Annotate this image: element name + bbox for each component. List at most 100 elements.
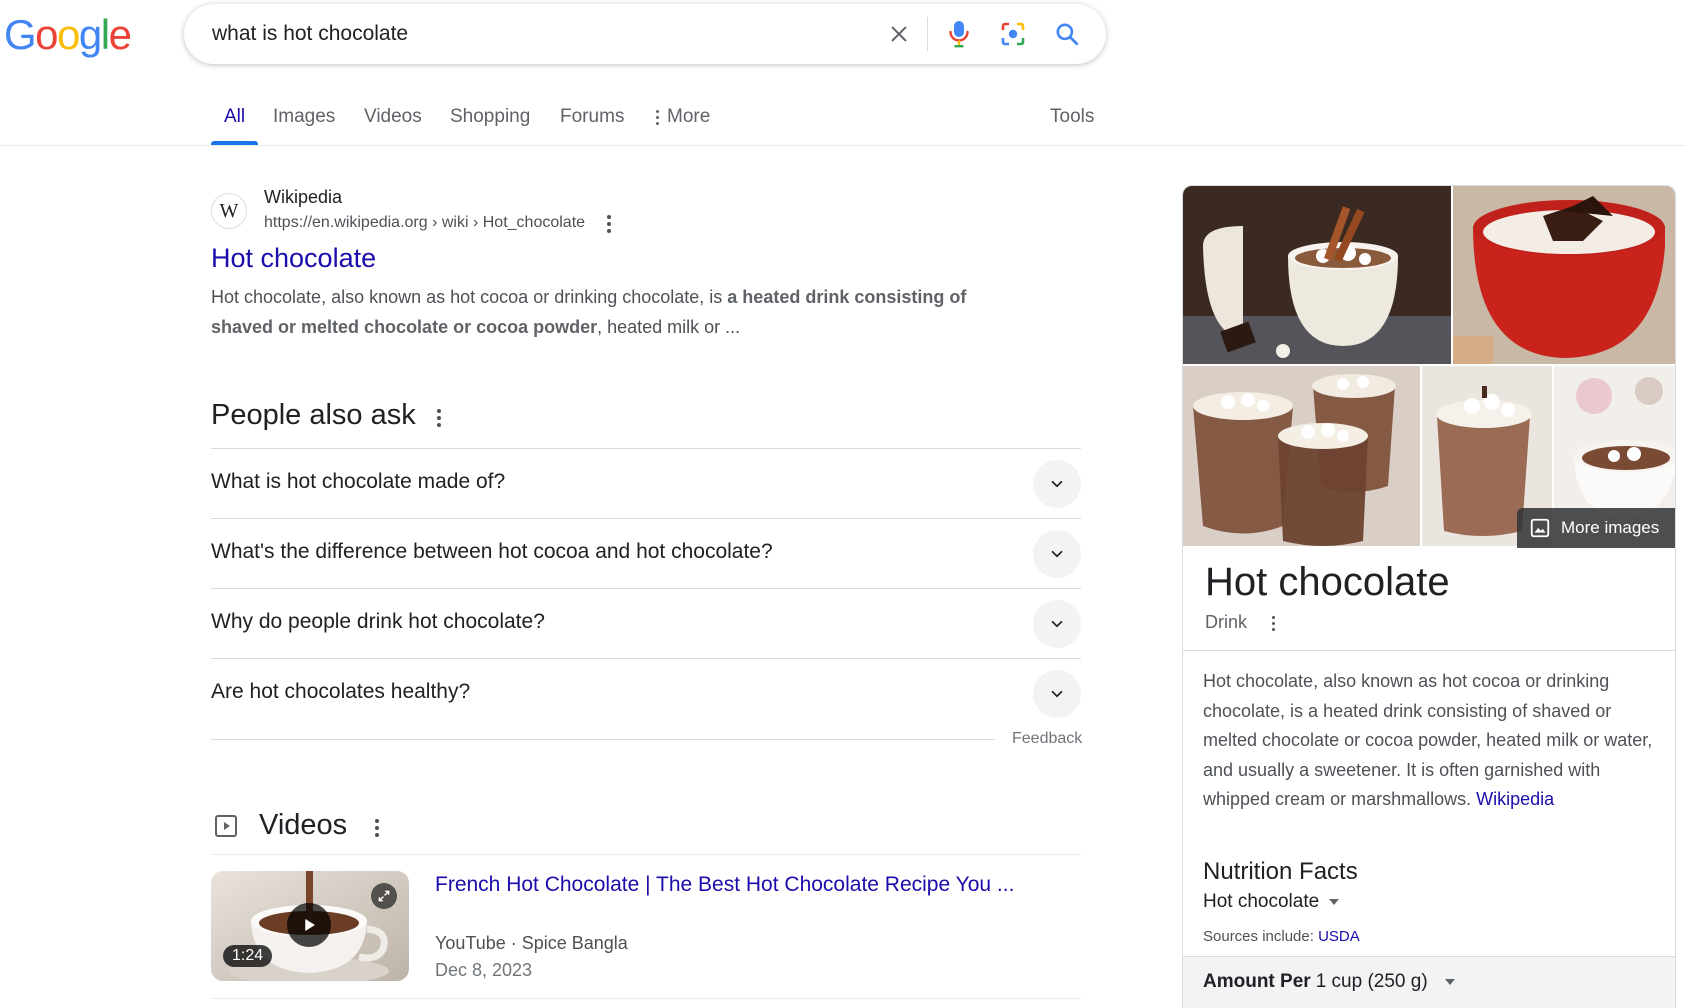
result-title-link[interactable]: Hot chocolate: [211, 243, 376, 274]
more-images-button[interactable]: More images: [1517, 508, 1675, 548]
nutrition-facts-heading: Nutrition Facts: [1203, 858, 1358, 885]
tab-shopping[interactable]: Shopping: [450, 106, 530, 128]
logo-letter: l: [100, 11, 110, 58]
paa-question[interactable]: Are hot chocolates healthy?: [211, 658, 1081, 728]
paa-question[interactable]: What's the difference between hot cocoa …: [211, 518, 1081, 588]
google-logo[interactable]: Google: [4, 11, 132, 58]
video-source: YouTube · Spice Bangla: [435, 933, 628, 953]
people-also-ask-list: What is hot chocolate made of? What's th…: [211, 448, 1081, 728]
logo-letter: G: [4, 11, 37, 58]
paa-question[interactable]: What is hot chocolate made of?: [211, 448, 1081, 518]
video-divider: [211, 998, 1081, 999]
tab-all[interactable]: All: [224, 106, 245, 128]
expand-icon: [378, 890, 390, 902]
paa-question-text: Are hot chocolates healthy?: [211, 680, 471, 703]
result-snippet: Hot chocolate, also known as hot cocoa o…: [211, 282, 1011, 342]
paa-question-text: What is hot chocolate made of?: [211, 470, 506, 493]
kp-description: Hot chocolate, also known as hot cocoa o…: [1203, 667, 1663, 815]
serving-size-dropdown[interactable]: Amount Per 1 cup (250 g): [1203, 971, 1455, 993]
search-divider: [927, 17, 928, 51]
paa-question[interactable]: Why do people drink hot chocolate?: [211, 588, 1081, 658]
knowledge-panel: More images Hot chocolate Drink Hot choc…: [1182, 185, 1676, 1008]
play-icon: [305, 919, 315, 931]
amount-per-value: 1 cup (250 g): [1315, 971, 1428, 992]
hot-chocolate-mugs-image: [1183, 186, 1451, 364]
kp-title: Hot chocolate: [1205, 560, 1450, 604]
tab-more[interactable]: More: [656, 106, 710, 128]
kp-image-1[interactable]: [1183, 186, 1451, 364]
tab-forums[interactable]: Forums: [560, 106, 624, 128]
camera-lens-icon: [1001, 22, 1025, 46]
more-vert-icon: [1271, 615, 1275, 631]
google-logo-text: Google: [4, 11, 132, 58]
nutrition-item-dropdown[interactable]: Hot chocolate: [1203, 891, 1340, 913]
nutrition-sources-prefix: Sources include:: [1203, 928, 1314, 945]
paa-options-button[interactable]: [430, 406, 448, 430]
more-images-label: More images: [1561, 518, 1660, 537]
nutrition-sources: Sources include: USDA: [1203, 928, 1360, 945]
kp-description-text: Hot chocolate, also known as hot cocoa o…: [1203, 671, 1653, 809]
result-site-name[interactable]: Wikipedia: [264, 187, 342, 208]
more-vert-icon: [437, 409, 441, 427]
videos-divider: [211, 854, 1081, 855]
logo-letter: e: [108, 11, 132, 58]
search-tabs: All Images Videos Shopping Forums More T…: [0, 94, 1686, 146]
kp-options-button[interactable]: [1265, 611, 1281, 635]
video-title-link[interactable]: French Hot Chocolate | The Best Hot Choc…: [435, 873, 1014, 897]
close-icon: [891, 26, 907, 42]
search-icon: [1056, 23, 1079, 46]
logo-letter: g: [78, 11, 102, 58]
kp-image-3[interactable]: [1183, 366, 1420, 546]
tab-more-label: More: [667, 106, 711, 127]
more-vert-icon: [607, 215, 611, 233]
more-vert-icon: [375, 819, 379, 837]
image-icon: [1530, 518, 1550, 538]
result-options-button[interactable]: [600, 212, 618, 236]
kp-wikipedia-link[interactable]: Wikipedia: [1476, 789, 1554, 809]
chevron-down-icon[interactable]: [1033, 460, 1081, 508]
play-button[interactable]: [287, 903, 331, 947]
wikipedia-favicon-icon: W: [211, 193, 247, 229]
chevron-down-icon[interactable]: [1033, 600, 1081, 648]
videos-options-button[interactable]: [368, 816, 386, 840]
people-also-ask-heading: People also ask: [211, 399, 416, 431]
paa-question-text: Why do people drink hot chocolate?: [211, 610, 545, 633]
logo-letter: o: [57, 11, 80, 58]
video-date: Dec 8, 2023: [435, 960, 533, 980]
usda-link[interactable]: USDA: [1318, 928, 1360, 945]
kp-subtitle: Drink: [1205, 612, 1248, 632]
tools-button[interactable]: Tools: [1050, 106, 1094, 128]
kp-image-2[interactable]: [1453, 186, 1675, 364]
clear-search-button[interactable]: [882, 17, 916, 51]
kp-divider: [1183, 650, 1675, 651]
search-box[interactable]: [184, 4, 1106, 64]
more-vert-icon: [656, 109, 659, 125]
amount-per-label: Amount Per: [1203, 971, 1311, 992]
marshmallow-glasses-image: [1183, 366, 1420, 546]
video-thumbnail[interactable]: 1:24: [211, 871, 409, 981]
chevron-down-icon[interactable]: [1033, 530, 1081, 578]
search-button[interactable]: [1050, 17, 1084, 51]
active-tab-indicator: [211, 141, 258, 145]
feedback-link[interactable]: Feedback: [1012, 730, 1082, 748]
paa-question-text: What's the difference between hot cocoa …: [211, 540, 773, 563]
video-duration: 1:24: [223, 945, 273, 967]
logo-letter: o: [35, 11, 58, 58]
snippet-text-pre: Hot chocolate, also known as hot cocoa o…: [211, 287, 728, 307]
nutrition-amount-row: Amount Per 1 cup (250 g): [1183, 956, 1675, 1008]
voice-search-button[interactable]: [942, 17, 976, 51]
result-url[interactable]: https://en.wikipedia.org › wiki › Hot_ch…: [264, 214, 585, 232]
caret-down-icon: [1329, 899, 1340, 905]
expand-video-button[interactable]: [371, 883, 397, 909]
tab-images[interactable]: Images: [273, 106, 335, 128]
videos-heading: Videos: [259, 809, 348, 841]
chevron-down-icon[interactable]: [1033, 670, 1081, 718]
nutrition-item-label: Hot chocolate: [1203, 891, 1320, 912]
video-play-icon: [215, 815, 237, 837]
microphone-icon: [949, 21, 969, 48]
lens-search-button[interactable]: [996, 17, 1030, 51]
search-input[interactable]: [212, 18, 852, 50]
whipped-cream-mug-image: [1453, 186, 1675, 364]
feedback-divider: [211, 739, 995, 740]
tab-videos[interactable]: Videos: [364, 106, 422, 128]
